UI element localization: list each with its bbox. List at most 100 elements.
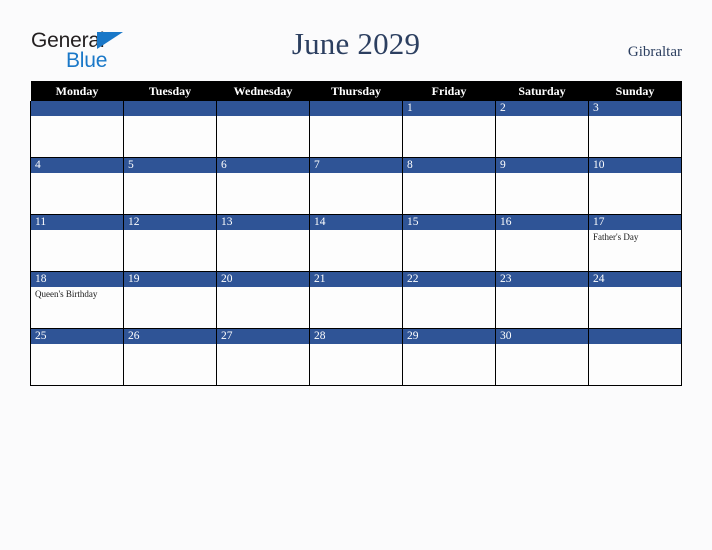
day-number: 7 — [310, 158, 402, 173]
day-events — [496, 230, 588, 232]
day-cell-inner: 3 — [589, 101, 681, 157]
day-events — [31, 116, 123, 118]
day-cell-inner: 11 — [31, 215, 123, 271]
day-cell-inner: 23 — [496, 272, 588, 328]
day-number: 9 — [496, 158, 588, 173]
calendar-day-cell[interactable]: 30 — [495, 328, 589, 386]
calendar-day-cell[interactable]: 21 — [309, 271, 403, 329]
calendar-day-cell[interactable]: 2 — [495, 101, 589, 158]
day-cell-inner: 19 — [124, 272, 216, 328]
calendar-day-cell[interactable]: 10 — [588, 157, 682, 215]
calendar-day-cell[interactable] — [30, 101, 124, 158]
day-number: 20 — [217, 272, 309, 287]
calendar-day-cell[interactable] — [123, 101, 217, 158]
day-events — [217, 230, 309, 232]
calendar-day-cell[interactable]: 28 — [309, 328, 403, 386]
day-cell-inner: 15 — [403, 215, 495, 271]
day-cell-inner — [217, 101, 309, 157]
calendar-day-cell[interactable] — [216, 101, 310, 158]
day-events — [310, 116, 402, 118]
calendar-day-cell[interactable]: 14 — [309, 214, 403, 272]
day-events — [124, 344, 216, 346]
calendar-day-cell[interactable]: 9 — [495, 157, 589, 215]
calendar-day-cell[interactable]: 25 — [30, 328, 124, 386]
day-events — [217, 344, 309, 346]
day-cell-inner: 27 — [217, 329, 309, 385]
calendar-week-row: 4 5 6 7 8 9 10 — [30, 157, 682, 215]
day-cell-inner — [31, 101, 123, 157]
day-cell-inner: 1 — [403, 101, 495, 157]
holiday-label: Queen's Birthday — [35, 289, 98, 299]
calendar-day-cell[interactable]: 1 — [402, 101, 496, 158]
day-number: 18 — [31, 272, 123, 287]
day-number — [310, 101, 402, 116]
day-events — [310, 230, 402, 232]
calendar-day-cell[interactable]: 27 — [216, 328, 310, 386]
day-cell-inner: 18 Queen's Birthday — [31, 272, 123, 328]
calendar-week-row: 11 12 13 14 15 16 17 Father's Day — [30, 214, 682, 272]
calendar-day-cell[interactable]: 6 — [216, 157, 310, 215]
calendar-day-cell[interactable]: 20 — [216, 271, 310, 329]
calendar-day-cell[interactable]: 3 — [588, 101, 682, 158]
holiday-label: Father's Day — [593, 232, 639, 242]
weekday-header-row: Monday Tuesday Wednesday Thursday Friday… — [30, 81, 682, 101]
weekday-header-monday: Monday — [30, 81, 124, 101]
day-cell-inner: 14 — [310, 215, 402, 271]
day-events — [124, 287, 216, 289]
day-number: 22 — [403, 272, 495, 287]
day-events — [496, 116, 588, 118]
day-events — [31, 173, 123, 175]
weekday-header-thursday: Thursday — [309, 81, 403, 101]
day-events — [589, 344, 681, 346]
calendar-body: 1 2 3 4 5 6 7 8 9 10 11 12 13 14 15 16 17 Father's Day 18 Q… — [30, 101, 682, 386]
day-cell-inner: 9 — [496, 158, 588, 214]
day-events — [31, 230, 123, 232]
calendar-day-cell[interactable] — [588, 328, 682, 386]
calendar-day-cell[interactable]: 23 — [495, 271, 589, 329]
calendar-day-cell[interactable]: 8 — [402, 157, 496, 215]
day-number: 3 — [589, 101, 681, 116]
day-number — [589, 329, 681, 344]
calendar-week-row: 123 — [30, 101, 682, 158]
weekday-header-saturday: Saturday — [495, 81, 589, 101]
calendar-day-cell[interactable]: 4 — [30, 157, 124, 215]
calendar-day-cell[interactable]: 7 — [309, 157, 403, 215]
day-events — [124, 230, 216, 232]
weekday-header-wednesday: Wednesday — [216, 81, 310, 101]
day-cell-inner: 28 — [310, 329, 402, 385]
calendar-day-cell[interactable]: 16 — [495, 214, 589, 272]
weekday-header-tuesday: Tuesday — [123, 81, 217, 101]
calendar-day-cell[interactable]: 18 Queen's Birthday — [30, 271, 124, 329]
calendar-day-cell[interactable]: 29 — [402, 328, 496, 386]
day-number: 29 — [403, 329, 495, 344]
calendar-day-cell[interactable]: 11 — [30, 214, 124, 272]
country-label: Gibraltar — [627, 44, 682, 60]
day-cell-inner: 7 — [310, 158, 402, 214]
day-number: 17 — [589, 215, 681, 230]
calendar-day-cell[interactable]: 17 Father's Day — [588, 214, 682, 272]
page-header: General Blue June 2029 Gibraltar — [0, 0, 712, 81]
day-number: 6 — [217, 158, 309, 173]
calendar-day-cell[interactable]: 19 — [123, 271, 217, 329]
day-events — [124, 173, 216, 175]
calendar-page: General Blue June 2029 Gibraltar Monday … — [0, 0, 712, 550]
calendar-day-cell[interactable]: 12 — [123, 214, 217, 272]
day-events — [31, 344, 123, 346]
calendar-day-cell[interactable]: 22 — [402, 271, 496, 329]
calendar-day-cell[interactable]: 13 — [216, 214, 310, 272]
day-cell-inner: 8 — [403, 158, 495, 214]
calendar-day-cell[interactable]: 15 — [402, 214, 496, 272]
day-number — [31, 101, 123, 116]
day-cell-inner: 30 — [496, 329, 588, 385]
day-cell-inner: 25 — [31, 329, 123, 385]
day-cell-inner: 24 — [589, 272, 681, 328]
calendar-day-cell[interactable]: 24 — [588, 271, 682, 329]
day-cell-inner: 6 — [217, 158, 309, 214]
day-events — [496, 344, 588, 346]
calendar-day-cell[interactable] — [309, 101, 403, 158]
day-cell-inner: 2 — [496, 101, 588, 157]
day-number: 14 — [310, 215, 402, 230]
calendar-day-cell[interactable]: 5 — [123, 157, 217, 215]
calendar-day-cell[interactable]: 26 — [123, 328, 217, 386]
day-cell-inner: 20 — [217, 272, 309, 328]
